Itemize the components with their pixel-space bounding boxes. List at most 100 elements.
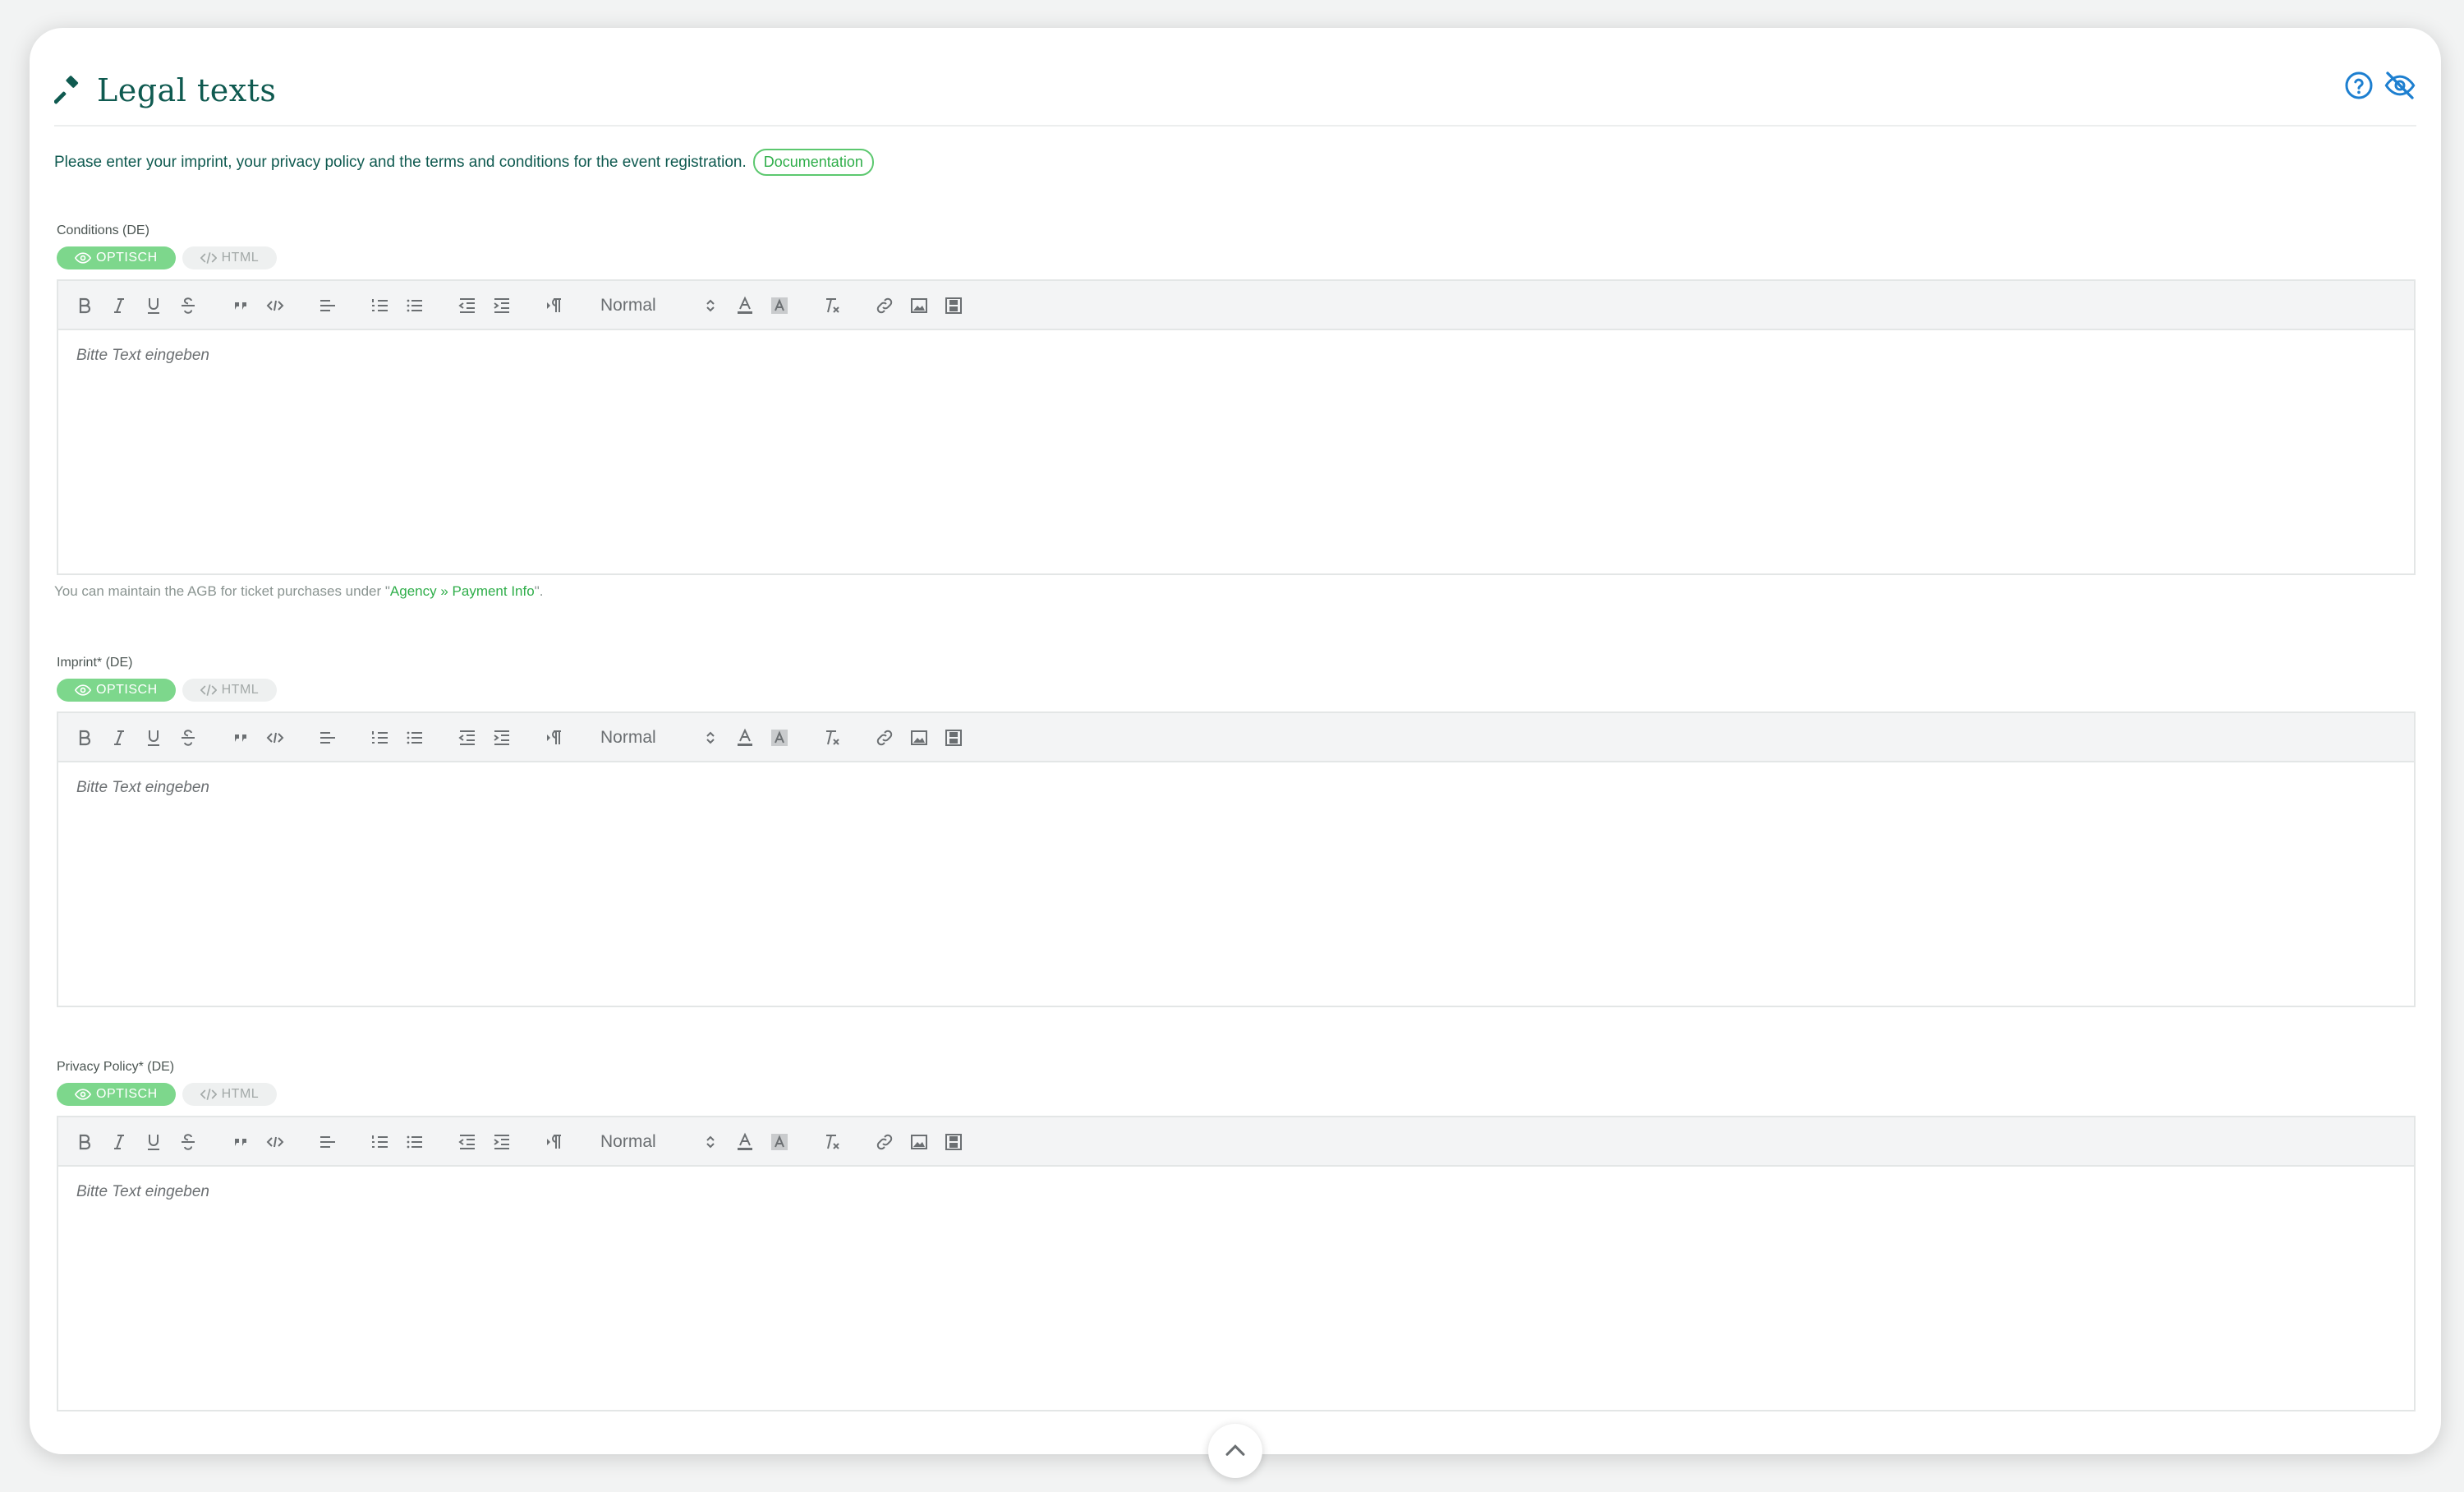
editor-content-area[interactable]: Bitte Text eingeben [58,330,2414,573]
documentation-link[interactable]: Documentation [752,149,874,176]
text-direction-icon [547,1135,561,1149]
quote-icon [235,734,246,742]
bullet-list-icon [407,1135,422,1149]
underline-button[interactable] [144,296,163,315]
mode-visual-button[interactable]: OPTISCH [57,246,176,269]
clear-format-button[interactable] [822,1132,842,1152]
video-button[interactable] [944,296,963,315]
bullet-list-button[interactable] [405,296,425,315]
format-select[interactable]: Normal [600,726,715,749]
mode-visual-label: OPTISCH [96,251,158,265]
ordered-list-button[interactable] [370,728,390,748]
editor-toolbar: Normal [58,281,2414,330]
blockquote-button[interactable] [231,296,251,315]
bullet-list-button[interactable] [405,1132,425,1152]
video-icon [945,297,962,314]
format-select-value: Normal [600,1132,656,1151]
format-select[interactable]: Normal [600,1131,715,1154]
text-direction-button[interactable] [545,728,564,748]
image-button[interactable] [909,296,929,315]
background-color-button[interactable] [770,1132,789,1152]
quote-icon [235,1139,246,1146]
mode-visual-button[interactable]: OPTISCH [57,679,176,702]
scroll-to-top-button[interactable] [1208,1424,1262,1478]
blockquote-button[interactable] [231,728,251,748]
field-label: Privacy Policy* (DE) [57,1060,175,1074]
background-color-icon [771,1134,788,1150]
outdent-button[interactable] [457,1132,477,1152]
bullet-list-button[interactable] [405,728,425,748]
code-button[interactable] [265,296,285,315]
indent-button[interactable] [492,296,512,315]
strikethrough-button[interactable] [178,1132,198,1152]
outdent-button[interactable] [457,296,477,315]
strikethrough-button[interactable] [178,296,198,315]
clear-format-button[interactable] [822,728,842,748]
agency-payment-info-link[interactable]: Agency » Payment Info [390,583,535,599]
mode-visual-button[interactable]: OPTISCH [57,1083,176,1106]
link-button[interactable] [875,296,894,315]
strikethrough-button[interactable] [178,728,198,748]
text-color-button[interactable] [735,1132,755,1152]
mode-html-label: HTML [221,251,260,265]
italic-button[interactable] [109,296,129,315]
eye-icon [75,684,91,696]
intro-text: Please enter your imprint, your privacy … [54,149,874,176]
editor-content-area[interactable]: Bitte Text eingeben [58,1167,2414,1410]
editor-content-area[interactable]: Bitte Text eingeben [58,762,2414,1006]
text-color-button[interactable] [735,728,755,748]
image-button[interactable] [909,1132,929,1152]
rich-text-editor: Normal Bitte Text eingeben [57,1116,2416,1411]
mode-html-button[interactable]: HTML [182,679,278,702]
eye-off-icon[interactable] [2384,69,2416,102]
align-button[interactable] [318,728,338,748]
align-button[interactable] [318,296,338,315]
link-icon [876,1134,893,1150]
underline-button[interactable] [144,1132,163,1152]
code-icon [266,300,284,311]
text-direction-button[interactable] [545,1132,564,1152]
video-button[interactable] [944,728,963,748]
ordered-list-button[interactable] [370,1132,390,1152]
indent-button[interactable] [492,1132,512,1152]
mode-html-button[interactable]: HTML [182,1083,278,1106]
text-direction-button[interactable] [545,296,564,315]
image-icon [911,730,927,745]
editor-placeholder: Bitte Text eingeben [76,1183,209,1200]
text-color-icon [738,1132,752,1150]
help-circle-icon[interactable] [2342,69,2375,102]
italic-button[interactable] [109,728,129,748]
background-color-button[interactable] [770,728,789,748]
outdent-button[interactable] [457,728,477,748]
code-button[interactable] [265,728,285,748]
mode-html-label: HTML [221,683,260,697]
format-select[interactable]: Normal [600,294,715,317]
background-color-icon [771,730,788,746]
mode-visual-label: OPTISCH [96,683,158,697]
code-icon [200,252,217,264]
ordered-list-button[interactable] [370,296,390,315]
underline-button[interactable] [144,728,163,748]
field-label: Conditions (DE) [57,223,149,237]
mode-html-button[interactable]: HTML [182,246,278,269]
bold-button[interactable] [75,296,94,315]
link-button[interactable] [875,1132,894,1152]
indent-icon [494,298,509,313]
outdent-icon [458,1135,475,1149]
background-color-button[interactable] [770,296,789,315]
code-button[interactable] [265,1132,285,1152]
indent-button[interactable] [492,728,512,748]
image-button[interactable] [909,728,929,748]
outdent-icon [458,298,475,313]
text-color-button[interactable] [735,296,755,315]
align-button[interactable] [318,1132,338,1152]
video-button[interactable] [944,1132,963,1152]
link-button[interactable] [875,728,894,748]
bold-button[interactable] [75,728,94,748]
blockquote-button[interactable] [231,1132,251,1152]
text-color-icon [738,728,752,746]
bold-button[interactable] [75,1132,94,1152]
ordered-list-icon [372,1135,388,1148]
italic-button[interactable] [109,1132,129,1152]
clear-format-button[interactable] [822,296,842,315]
